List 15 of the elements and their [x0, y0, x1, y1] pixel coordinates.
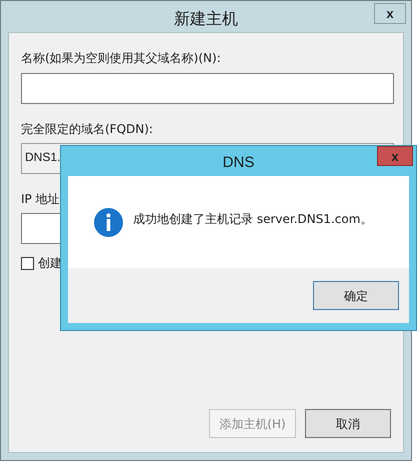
info-icon — [94, 208, 123, 236]
window-title: DNS — [222, 152, 254, 173]
field-label: 名称(如果为空则使用其父域名称)(N): — [21, 50, 222, 67]
input-field[interactable] — [21, 73, 394, 104]
ok-button[interactable]: 确定 — [313, 281, 399, 310]
checkbox[interactable] — [21, 256, 34, 270]
window-title: 新建主机 — [174, 8, 238, 30]
field-label: 完全限定的域名(FQDN): — [21, 121, 154, 138]
message-text: 成功地创建了主机记录 server.DNS1.com。 — [133, 211, 372, 228]
checkbox-label: 创建 — [38, 255, 62, 272]
field-value: DNS1. — [25, 150, 60, 164]
close-button[interactable]: x — [377, 146, 413, 166]
cancel-button[interactable]: 取消 — [305, 409, 391, 438]
close-button[interactable]: x — [374, 3, 406, 24]
field-label: IP 地址 — [21, 191, 61, 208]
